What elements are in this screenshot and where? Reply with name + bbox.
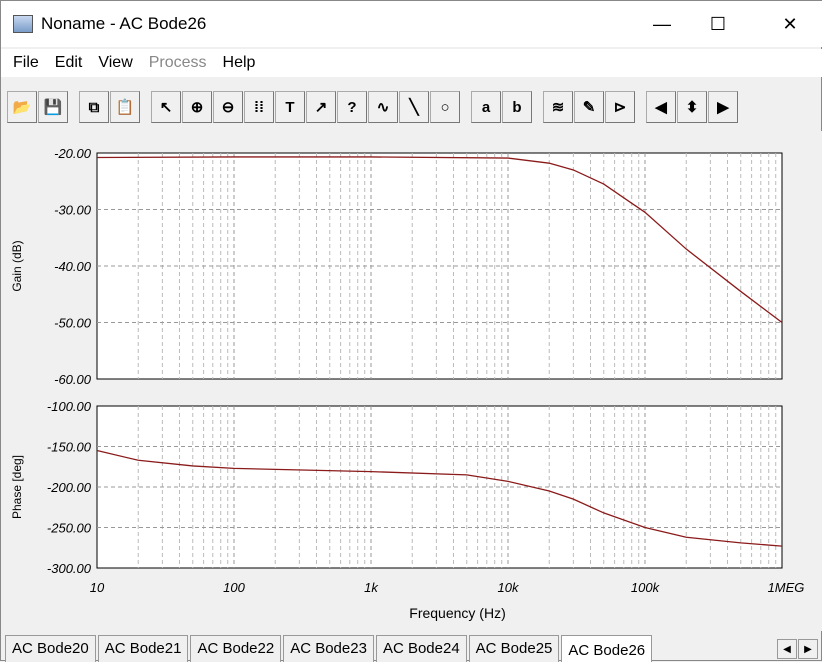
title-bar: Noname - AC Bode26 — ☐ ✕ <box>1 1 822 47</box>
window-title: Noname - AC Bode26 <box>41 14 207 33</box>
toolbar: 📂 💾 ⧉ 📋 ↖ ⊕ ⊖ ⁞⁞ T ↗? ∿ ╲ ○ a b ≋ ✎ ⊳ ◀ ⬍ ▶ <box>7 87 739 127</box>
x-tick-label: 1k <box>364 580 379 595</box>
tab-ac-bode23[interactable]: AC Bode23 <box>283 635 374 662</box>
y-axis-label: Gain (dB) <box>10 240 24 291</box>
bode-plot: -20.00 -30.00 -40.00 -50.00 -60.00 Gain (dB) -… <box>1 131 822 631</box>
add-curves-icon[interactable]: ≋ <box>543 91 573 123</box>
cursor-a-icon[interactable]: a <box>471 91 501 123</box>
y-tick-label: -40.00 <box>54 259 92 274</box>
tab-ac-bode26[interactable]: AC Bode26 <box>561 635 653 662</box>
tab-ac-bode20[interactable]: AC Bode20 <box>5 635 96 662</box>
menu-view[interactable]: View <box>98 54 132 72</box>
app-icon <box>13 15 33 33</box>
zoom-in-icon[interactable]: ⊕ <box>182 91 212 123</box>
x-tick-label: 10 <box>90 580 105 595</box>
pointer-icon[interactable]: ↖ <box>151 91 181 123</box>
y-tick-label: -20.00 <box>54 146 92 161</box>
x-tick-label: 1MEG <box>768 580 805 595</box>
x-tick-label: 10k <box>498 580 520 595</box>
x-tick-label: 100 <box>223 580 245 595</box>
y-tick-label: -60.00 <box>54 372 92 387</box>
scroll-left-icon[interactable]: ◀ <box>646 91 676 123</box>
y-tick-label: -150.00 <box>47 440 92 455</box>
line-icon[interactable]: ╲ <box>399 91 429 123</box>
y-tick-label: -50.00 <box>54 316 92 331</box>
text-icon[interactable]: T <box>275 91 305 123</box>
tab-bar: AC Bode20 AC Bode21 AC Bode22 AC Bode23 AC B… <box>5 635 654 662</box>
zoom-out-100-icon[interactable]: ⊖ <box>213 91 243 123</box>
scroll-right-icon[interactable]: ▶ <box>708 91 738 123</box>
menu-file[interactable]: File <box>13 54 39 72</box>
cursor-b-icon[interactable]: b <box>502 91 532 123</box>
tab-ac-bode25[interactable]: AC Bode25 <box>468 635 560 662</box>
minimize-button[interactable]: — <box>639 1 685 47</box>
label-curve-icon[interactable]: ↗ <box>306 91 336 123</box>
y-tick-label: -100.00 <box>47 399 92 414</box>
circle-icon[interactable]: ○ <box>430 91 460 123</box>
save-icon[interactable]: 💾 <box>38 91 68 123</box>
x-axis-label: Frequency (Hz) <box>409 605 505 621</box>
tab-scroll-right-icon[interactable]: ▶ <box>798 639 818 659</box>
marker-icon[interactable]: ⊳ <box>605 91 635 123</box>
maximize-button[interactable]: ☐ <box>695 1 741 47</box>
y-tick-label: -300.00 <box>47 561 92 576</box>
formula-curve-icon[interactable]: ∿ <box>368 91 398 123</box>
copy-icon[interactable]: ⧉ <box>79 91 109 123</box>
y-tick-label: -250.00 <box>47 521 92 536</box>
scroll-updown-icon[interactable]: ⬍ <box>677 91 707 123</box>
menu-help[interactable]: Help <box>223 54 256 72</box>
tab-ac-bode22[interactable]: AC Bode22 <box>190 635 282 662</box>
grid-icon[interactable]: ⁞⁞ <box>244 91 274 123</box>
y-axis-label: Phase [deg] <box>10 455 24 519</box>
open-folder-icon[interactable]: 📂 <box>7 91 37 123</box>
paste-icon[interactable]: 📋 <box>110 91 140 123</box>
menu-edit[interactable]: Edit <box>55 54 83 72</box>
tab-ac-bode24[interactable]: AC Bode24 <box>375 635 467 662</box>
close-button[interactable]: ✕ <box>767 1 813 47</box>
y-tick-label: -30.00 <box>54 203 92 218</box>
menu-bar: File Edit View Process Help <box>1 49 822 77</box>
x-tick-label: 100k <box>631 580 661 595</box>
eyedropper-icon[interactable]: ✎ <box>574 91 604 123</box>
query-curve-icon[interactable]: ? <box>337 91 367 123</box>
menu-process[interactable]: Process <box>149 54 207 72</box>
y-tick-label: -200.00 <box>47 480 92 495</box>
tab-scroll-left-icon[interactable]: ◀ <box>777 639 797 659</box>
tab-ac-bode21[interactable]: AC Bode21 <box>97 635 189 662</box>
